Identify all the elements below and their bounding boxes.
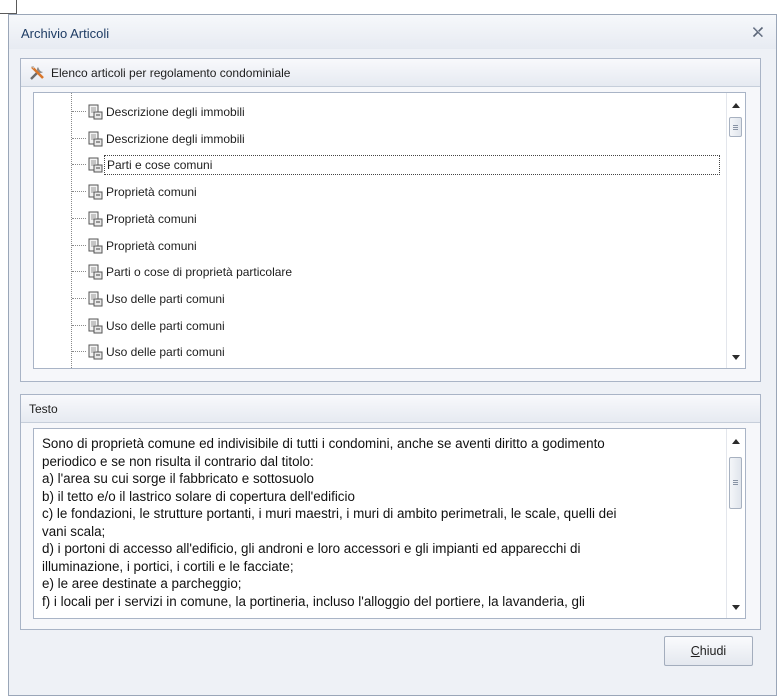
articles-group: Elenco articoli per regolamento condomin… — [20, 58, 761, 382]
text-line: d) i portoni di accesso all'edificio, gl… — [42, 541, 581, 556]
text-line: vani scala; — [42, 523, 106, 539]
tree-item-label: Proprietà comuni — [106, 238, 197, 253]
text-line: c) le fondazioni, le strutture portanti,… — [42, 506, 617, 521]
document-icon — [86, 263, 104, 281]
tree-item[interactable]: Uso delle parti comuni — [34, 313, 726, 339]
scroll-down-icon[interactable] — [730, 351, 742, 363]
text-line: illuminazione, i portici, i cortili e le… — [42, 558, 294, 574]
articles-group-title: Elenco articoli per regolamento condomin… — [51, 66, 291, 80]
document-icon — [86, 317, 104, 335]
tree-connector-branch — [72, 137, 86, 139]
tree-connector-branch — [72, 191, 86, 193]
close-button[interactable]: Chiudi — [664, 636, 753, 666]
document-icon — [86, 210, 104, 228]
close-icon[interactable] — [750, 24, 766, 40]
articles-scroll-thumb[interactable] — [729, 117, 742, 137]
close-button-accel: C — [690, 644, 700, 658]
document-icon — [86, 183, 104, 201]
text-scrollbar[interactable] — [726, 429, 745, 618]
text-line: a) l'area su cui sorge il fabbricato e s… — [42, 471, 315, 486]
text-line: Sono di proprietà comune ed indivisibile… — [42, 436, 605, 451]
text-line: e) le aree destinate a parcheggio; — [42, 576, 242, 591]
scroll-up-icon[interactable] — [730, 100, 742, 112]
document-icon — [86, 156, 104, 174]
document-icon — [86, 237, 104, 255]
tree-connector-branch — [72, 324, 86, 326]
document-icon — [86, 130, 104, 148]
text-line: f) i locali per i servizi in comune, la … — [42, 593, 585, 609]
tree-item[interactable]: Proprietà comuni — [34, 233, 726, 259]
tree-item-label: Parti o cose di proprietà particolare — [106, 265, 293, 280]
text-line: periodico e se non risulta il contrario … — [42, 453, 314, 469]
corner-frame — [0, 0, 17, 14]
tree-item-label: Proprietà comuni — [106, 211, 197, 226]
close-button-label: hiudi — [699, 644, 727, 658]
tree-item[interactable]: Uso delle parti comuni — [34, 339, 726, 365]
tree-connector-branch — [72, 111, 86, 112]
tree-item[interactable]: Uso delle parti comuni — [34, 286, 726, 312]
tree-item-label: Uso delle parti comuni — [106, 291, 225, 306]
tree-item-label: Proprietà comuni — [106, 185, 197, 200]
text-line: b) il tetto e/o il lastrico solare di co… — [42, 488, 355, 504]
text-scroll-thumb[interactable] — [729, 457, 742, 509]
tree-connector-branch — [72, 271, 86, 273]
tree-item-label: Descrizione degli immobili — [106, 131, 245, 146]
text-group-header: Testo — [21, 395, 760, 423]
text-group-title: Testo — [29, 402, 58, 416]
scroll-up-icon[interactable] — [730, 436, 742, 448]
article-text-area[interactable]: Sono di proprietà comune ed indivisibile… — [33, 428, 746, 619]
tree-item-label: Uso delle parti comuni — [106, 318, 225, 333]
text-group: Testo Sono di proprietà comune ed indivi… — [20, 394, 761, 630]
window-title: Archivio Articoli — [21, 26, 110, 41]
articles-tree[interactable]: Descrizione degli immobili Descrizione de… — [33, 92, 746, 369]
document-icon — [86, 290, 104, 308]
document-icon — [86, 343, 104, 361]
title-bar: Archivio Articoli — [9, 15, 776, 49]
tree-item[interactable]: Proprietà comuni — [34, 179, 726, 205]
tree-connector-branch — [72, 164, 86, 166]
tree-item[interactable]: Parti e cose comuni — [34, 152, 726, 178]
tree-item-label: Parti e cose comuni — [104, 155, 720, 176]
tree-item-label: Uso delle parti comuni — [106, 345, 225, 360]
tree-connector-branch — [72, 217, 86, 219]
tree-connector-branch — [72, 297, 86, 299]
tools-icon — [28, 64, 46, 82]
tree-item[interactable]: Proprietà comuni — [34, 206, 726, 232]
document-icon — [86, 103, 104, 121]
tree-connector-branch — [72, 351, 86, 353]
articles-group-header: Elenco articoli per regolamento condomin… — [21, 59, 760, 87]
articles-scrollbar[interactable] — [726, 93, 745, 368]
tree-item-label: Descrizione degli immobili — [106, 105, 245, 119]
scroll-down-icon[interactable] — [730, 601, 742, 613]
tree-item[interactable]: Descrizione degli immobili — [34, 99, 726, 125]
tree-item[interactable]: Parti o cose di proprietà particolare — [34, 259, 726, 285]
article-text: Sono di proprietà comune ed indivisibile… — [42, 435, 721, 610]
tree-connector-branch — [72, 244, 86, 246]
tree-item[interactable]: Descrizione degli immobili — [34, 126, 726, 152]
